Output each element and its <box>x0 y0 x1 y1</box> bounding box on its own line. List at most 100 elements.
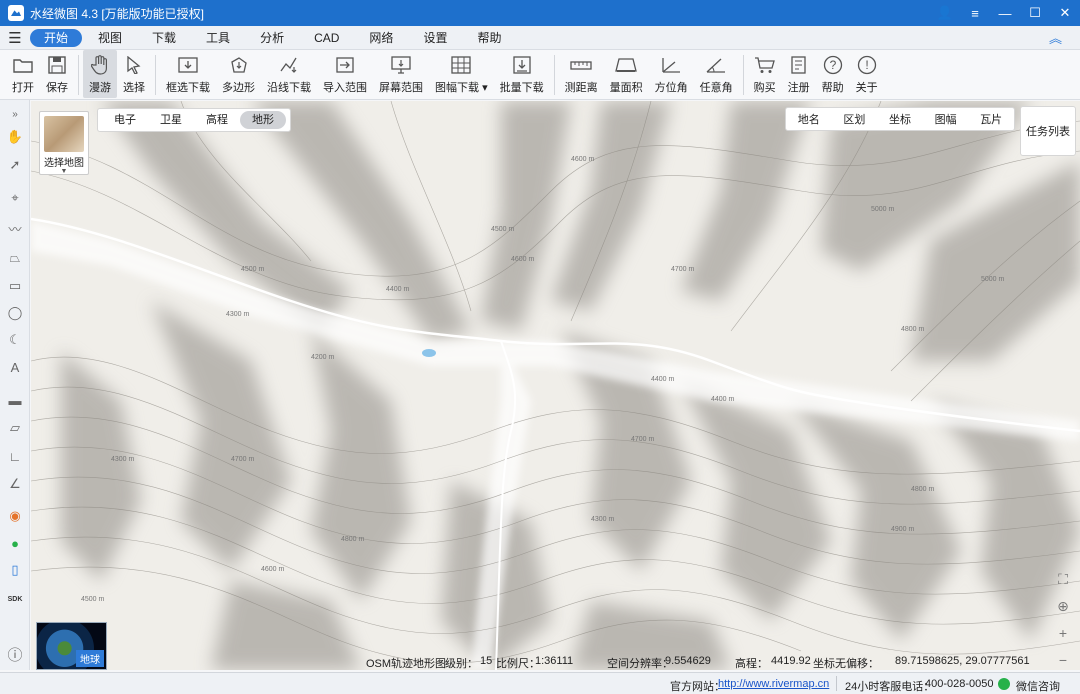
menu-cad[interactable]: CAD <box>300 29 353 47</box>
import-range-button[interactable]: 导入范围 <box>317 50 373 98</box>
any-angle-button[interactable]: 任意角 <box>694 50 739 98</box>
contour-label: 5000 m <box>981 276 1005 283</box>
azimuth-icon[interactable]: ∟ <box>5 446 25 466</box>
tab-satellite[interactable]: 卫星 <box>148 111 194 129</box>
tab-elevation[interactable]: 高程 <box>194 111 240 129</box>
hotline-label: 24小时客服电话： <box>845 681 935 693</box>
menu-network[interactable]: 网络 <box>355 29 407 47</box>
minimize-button[interactable]: — <box>990 0 1020 26</box>
tab-coordinates[interactable]: 坐标 <box>889 111 911 127</box>
azimuth-label: 方位角 <box>654 82 688 94</box>
line-download-label: 沿线下载 <box>267 82 311 94</box>
menu-view[interactable]: 视图 <box>84 29 136 47</box>
toolbar-divider <box>155 55 156 95</box>
sheet-download-text: 图幅下载 <box>435 82 479 94</box>
map-source-selector[interactable]: 选择地图 ▼ <box>39 111 89 175</box>
open-button[interactable]: 打开 <box>6 50 40 98</box>
register-button[interactable]: 注册 <box>782 50 816 98</box>
help-circle-icon[interactable]: ⓘ <box>5 644 25 664</box>
globe-layer-icon[interactable]: ◉ <box>5 506 25 526</box>
svg-text:!: ! <box>865 58 868 72</box>
collapse-ribbon-icon[interactable]: ︽ <box>1049 28 1062 47</box>
wechat-consult-link[interactable]: 微信咨询 <box>1016 678 1060 694</box>
import-icon <box>334 54 356 76</box>
menu-start[interactable]: 开始 <box>30 28 83 47</box>
pan-button[interactable]: 漫游 <box>83 50 117 98</box>
sheet-download-button[interactable]: 图幅下载 ▾ <box>429 50 494 98</box>
contour-label: 4800 m <box>341 536 365 543</box>
terrain-layer: 4500 m 4400 m 4300 m 4200 m 4400 m 4400 … <box>31 101 1080 670</box>
tab-district[interactable]: 区划 <box>843 111 865 127</box>
draw-point-icon[interactable]: ⌖ <box>5 188 25 208</box>
select-button[interactable]: 选择 <box>117 50 151 98</box>
angle-icon[interactable]: ∠ <box>5 474 25 494</box>
wechat-icon[interactable] <box>998 678 1010 690</box>
contour-label: 5000 m <box>871 206 895 213</box>
locate-icon[interactable]: ⊕ <box>1052 595 1074 617</box>
caret-down-icon[interactable]: ▾ <box>482 82 488 94</box>
globe-view-button[interactable]: 地球 <box>36 622 107 670</box>
website-link[interactable]: http://www.rivermap.cn <box>718 678 829 690</box>
tab-tile[interactable]: 瓦片 <box>980 111 1002 127</box>
buy-button[interactable]: 购买 <box>748 50 782 98</box>
draw-circle-icon[interactable]: ◯ <box>5 303 25 323</box>
tab-map-sheet[interactable]: 图幅 <box>935 111 957 127</box>
menu-help[interactable]: 帮助 <box>463 29 515 47</box>
menu-settings[interactable]: 设置 <box>409 29 461 47</box>
box-download-label: 框选下载 <box>166 82 210 94</box>
measure-distance-button[interactable]: 测距离 <box>559 50 604 98</box>
screen-range-button[interactable]: 屏幕范围 <box>373 50 429 98</box>
draw-rectangle-icon[interactable]: ▭ <box>5 276 25 296</box>
zoom-in-icon[interactable]: + <box>1052 622 1074 644</box>
caret-down-icon: ▼ <box>60 168 68 175</box>
menu-analysis[interactable]: 分析 <box>246 29 298 47</box>
polygon-label: 多边形 <box>222 82 255 94</box>
save-icon <box>46 54 68 76</box>
sdk-icon[interactable]: SDK <box>5 589 25 609</box>
box-download-button[interactable]: 框选下载 <box>160 50 216 98</box>
draw-sector-icon[interactable]: ☾ <box>5 330 25 350</box>
hamburger-menu-icon[interactable]: ☰ <box>0 29 30 47</box>
resolution-value: 9.554629 <box>665 655 711 667</box>
mobile-icon[interactable]: ▯ <box>5 560 25 580</box>
about-button[interactable]: ! 关于 <box>850 50 884 98</box>
open-label: 打开 <box>12 82 34 94</box>
user-icon[interactable]: 👤 <box>930 0 960 26</box>
close-button[interactable]: ✕ <box>1050 0 1080 26</box>
measure-ruler-icon[interactable]: ▬ <box>5 390 25 410</box>
contour-label: 4600 m <box>571 156 595 163</box>
draw-line-icon[interactable]: 〰 <box>5 218 25 238</box>
expand-sidebar-icon[interactable]: » <box>5 104 25 124</box>
screen-range-label: 屏幕范围 <box>379 82 423 94</box>
fullscreen-icon[interactable]: ⛶ <box>1052 568 1074 590</box>
menu-download[interactable]: 下载 <box>138 29 190 47</box>
polygon-button[interactable]: 多边形 <box>216 50 261 98</box>
status-bar: 官方网站： http://www.rivermap.cn 24小时客服电话： 4… <box>0 672 1080 694</box>
measure-area-icon[interactable]: ⏥ <box>5 418 25 438</box>
cart-icon <box>754 54 776 76</box>
scale-label: 比例尺： <box>496 658 540 670</box>
save-button[interactable]: 保存 <box>40 50 74 98</box>
batch-download-button[interactable]: 批量下载 <box>494 50 550 98</box>
task-list-button[interactable]: 任务列表 <box>1020 106 1076 156</box>
add-text-icon[interactable]: A <box>5 357 25 377</box>
tab-terrain[interactable]: 地形 <box>240 111 286 129</box>
line-download-button[interactable]: 沿线下载 <box>261 50 317 98</box>
window-menu-button[interactable]: ≡ <box>960 0 990 26</box>
menu-tools[interactable]: 工具 <box>192 29 244 47</box>
contour-label: 4400 m <box>386 286 410 293</box>
link-icon[interactable]: ● <box>5 533 25 553</box>
map-canvas[interactable]: 4500 m 4400 m 4300 m 4200 m 4400 m 4400 … <box>31 101 1080 670</box>
tab-place-name[interactable]: 地名 <box>798 111 820 127</box>
maximize-button[interactable]: ☐ <box>1020 0 1050 26</box>
measure-area-button[interactable]: 量面积 <box>604 50 649 98</box>
ribbon-toolbar: 打开 保存 漫游 选择 框选下载 多边形 沿线下载 导入范围 屏幕范围 图幅下载… <box>0 50 1080 100</box>
toolbar-divider <box>78 55 79 95</box>
hand-icon[interactable]: ✋ <box>5 127 25 147</box>
help-button[interactable]: ? 帮助 <box>816 50 850 98</box>
draw-polygon-icon[interactable]: ⏢ <box>5 248 25 268</box>
menu-bar: ☰ 开始 视图 下载 工具 分析 CAD 网络 设置 帮助 ︽ <box>0 26 1080 50</box>
azimuth-button[interactable]: 方位角 <box>649 50 694 98</box>
cursor-icon[interactable]: ➚ <box>5 155 25 175</box>
tab-electronic[interactable]: 电子 <box>102 111 148 129</box>
